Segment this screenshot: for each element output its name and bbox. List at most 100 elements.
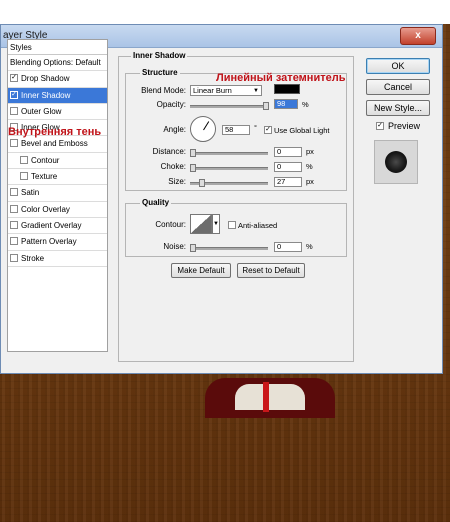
structure-group: Structure Blend Mode: Linear Burn ▼ Opac… — [125, 68, 347, 191]
style-item-label: Texture — [31, 172, 58, 182]
noise-label: Noise: — [163, 242, 186, 251]
new-style-button[interactable]: New Style... — [366, 100, 430, 116]
style-item-gradient-overlay[interactable]: Gradient Overlay — [8, 218, 107, 235]
blending-options-label: Blending Options: Default — [10, 58, 101, 67]
styles-list: Styles Blending Options: Default ✓ Drop … — [7, 39, 108, 352]
top-white-margin — [0, 0, 450, 24]
contour-label: Contour: — [155, 220, 186, 229]
gradient-overlay-checkbox[interactable] — [10, 220, 18, 229]
choke-label: Choke: — [160, 162, 186, 171]
structure-title: Structure — [140, 68, 180, 77]
cancel-button[interactable]: Cancel — [366, 79, 430, 95]
style-item-texture[interactable]: Texture — [8, 169, 107, 186]
distance-input[interactable]: 0 — [274, 147, 302, 157]
style-item-label: Stroke — [21, 253, 45, 263]
blend-mode-value: Linear Burn — [193, 86, 232, 95]
shadow-color-swatch[interactable] — [274, 84, 300, 94]
blend-mode-select[interactable]: Linear Burn ▼ — [190, 85, 262, 96]
style-item-contour[interactable]: Contour — [8, 153, 107, 170]
anti-aliased-label: Anti-aliased — [238, 221, 278, 230]
quality-title: Quality — [140, 198, 172, 207]
texture-checkbox[interactable] — [20, 172, 28, 181]
size-input[interactable]: 27 — [274, 177, 302, 187]
distance-unit: px — [306, 147, 314, 156]
size-slider[interactable] — [190, 179, 268, 187]
annotation-linear-burn-ru: Линейный затемнитель — [216, 72, 346, 84]
make-default-button[interactable]: Make Default — [171, 263, 231, 278]
anti-aliased-checkbox[interactable] — [228, 221, 236, 229]
choke-input[interactable]: 0 — [274, 162, 302, 172]
opacity-label: Opacity: — [156, 100, 186, 109]
style-item-label: Gradient Overlay — [21, 220, 82, 230]
size-unit: px — [306, 177, 314, 186]
style-item-label: Satin — [21, 188, 40, 198]
book-image — [205, 378, 335, 418]
style-item-label: Pattern Overlay — [21, 237, 77, 247]
distance-slider-thumb[interactable] — [190, 149, 196, 157]
style-item-outer-glow[interactable]: Outer Glow — [8, 104, 107, 121]
choke-unit: % — [306, 162, 313, 171]
style-item-drop-shadow[interactable]: ✓ Drop Shadow — [8, 71, 107, 88]
style-item-pattern-overlay[interactable]: Pattern Overlay — [8, 234, 107, 251]
noise-input[interactable]: 0 — [274, 242, 302, 252]
noise-slider-thumb[interactable] — [190, 244, 196, 252]
style-preview-swatch — [385, 151, 407, 173]
color-overlay-checkbox[interactable] — [10, 204, 18, 213]
contour-dropdown[interactable]: ▼ — [212, 214, 220, 234]
use-global-light-label: Use Global Light — [274, 126, 330, 135]
opacity-slider-thumb[interactable] — [263, 102, 269, 110]
annotation-inner-shadow-ru: Внутренняя тень — [8, 126, 102, 138]
panel-title: Inner Shadow — [131, 51, 188, 60]
stroke-checkbox[interactable] — [10, 253, 18, 262]
style-item-bevel-emboss[interactable]: Bevel and Emboss — [8, 136, 107, 153]
distance-slider[interactable] — [190, 149, 268, 157]
angle-unit: ° — [254, 123, 257, 132]
book-ribbon — [263, 382, 269, 412]
inner-shadow-checkbox[interactable]: ✓ — [10, 90, 18, 99]
styles-header[interactable]: Styles — [8, 40, 107, 55]
reset-default-button[interactable]: Reset to Default — [237, 263, 305, 278]
preview-label: Preview — [388, 121, 421, 131]
noise-slider[interactable] — [190, 244, 268, 252]
opacity-unit: % — [302, 100, 309, 109]
contour-picker[interactable] — [190, 214, 212, 234]
style-item-label: Contour — [31, 155, 60, 165]
blending-options-item[interactable]: Blending Options: Default — [8, 55, 107, 72]
close-button[interactable]: x — [400, 27, 436, 45]
choke-slider-thumb[interactable] — [190, 164, 196, 172]
drop-shadow-checkbox[interactable]: ✓ — [10, 74, 18, 83]
style-item-label: Drop Shadow — [21, 74, 70, 84]
style-item-stroke[interactable]: Stroke — [8, 251, 107, 267]
satin-checkbox[interactable] — [10, 188, 18, 197]
style-item-satin[interactable]: Satin — [8, 185, 107, 202]
style-item-color-overlay[interactable]: Color Overlay — [8, 202, 107, 218]
ok-button[interactable]: OK — [366, 58, 430, 74]
angle-input[interactable]: 58 — [222, 125, 250, 135]
quality-group: Quality Contour: ▼ Anti-aliased Noise: 0… — [125, 198, 347, 257]
angle-dial[interactable] — [190, 116, 216, 142]
book-page — [235, 384, 305, 410]
inner-shadow-panel: Inner Shadow Structure Blend Mode: Linea… — [118, 51, 354, 362]
blend-mode-label: Blend Mode: — [141, 86, 186, 95]
opacity-input[interactable]: 98 — [274, 99, 298, 109]
contour-checkbox[interactable] — [20, 155, 28, 164]
pattern-overlay-checkbox[interactable] — [10, 237, 18, 246]
noise-unit: % — [306, 242, 313, 251]
style-item-label: Color Overlay — [21, 204, 70, 214]
distance-label: Distance: — [152, 147, 186, 156]
preview-checkbox[interactable]: ✓ — [376, 122, 384, 130]
angle-needle — [203, 121, 210, 131]
style-item-inner-shadow[interactable]: ✓ Inner Shadow — [8, 87, 107, 104]
angle-label: Angle: — [163, 125, 186, 134]
style-preview-box — [374, 140, 418, 184]
style-item-label: Outer Glow — [21, 106, 62, 116]
style-item-label: Inner Shadow — [21, 90, 71, 100]
use-global-light-checkbox[interactable]: ✓ — [264, 126, 272, 134]
choke-slider[interactable] — [190, 164, 268, 172]
bevel-emboss-checkbox[interactable] — [10, 139, 18, 148]
style-item-label: Bevel and Emboss — [21, 139, 88, 149]
chevron-down-icon: ▼ — [213, 221, 219, 227]
opacity-slider[interactable] — [190, 102, 269, 110]
size-slider-thumb[interactable] — [199, 179, 205, 187]
outer-glow-checkbox[interactable] — [10, 106, 18, 115]
